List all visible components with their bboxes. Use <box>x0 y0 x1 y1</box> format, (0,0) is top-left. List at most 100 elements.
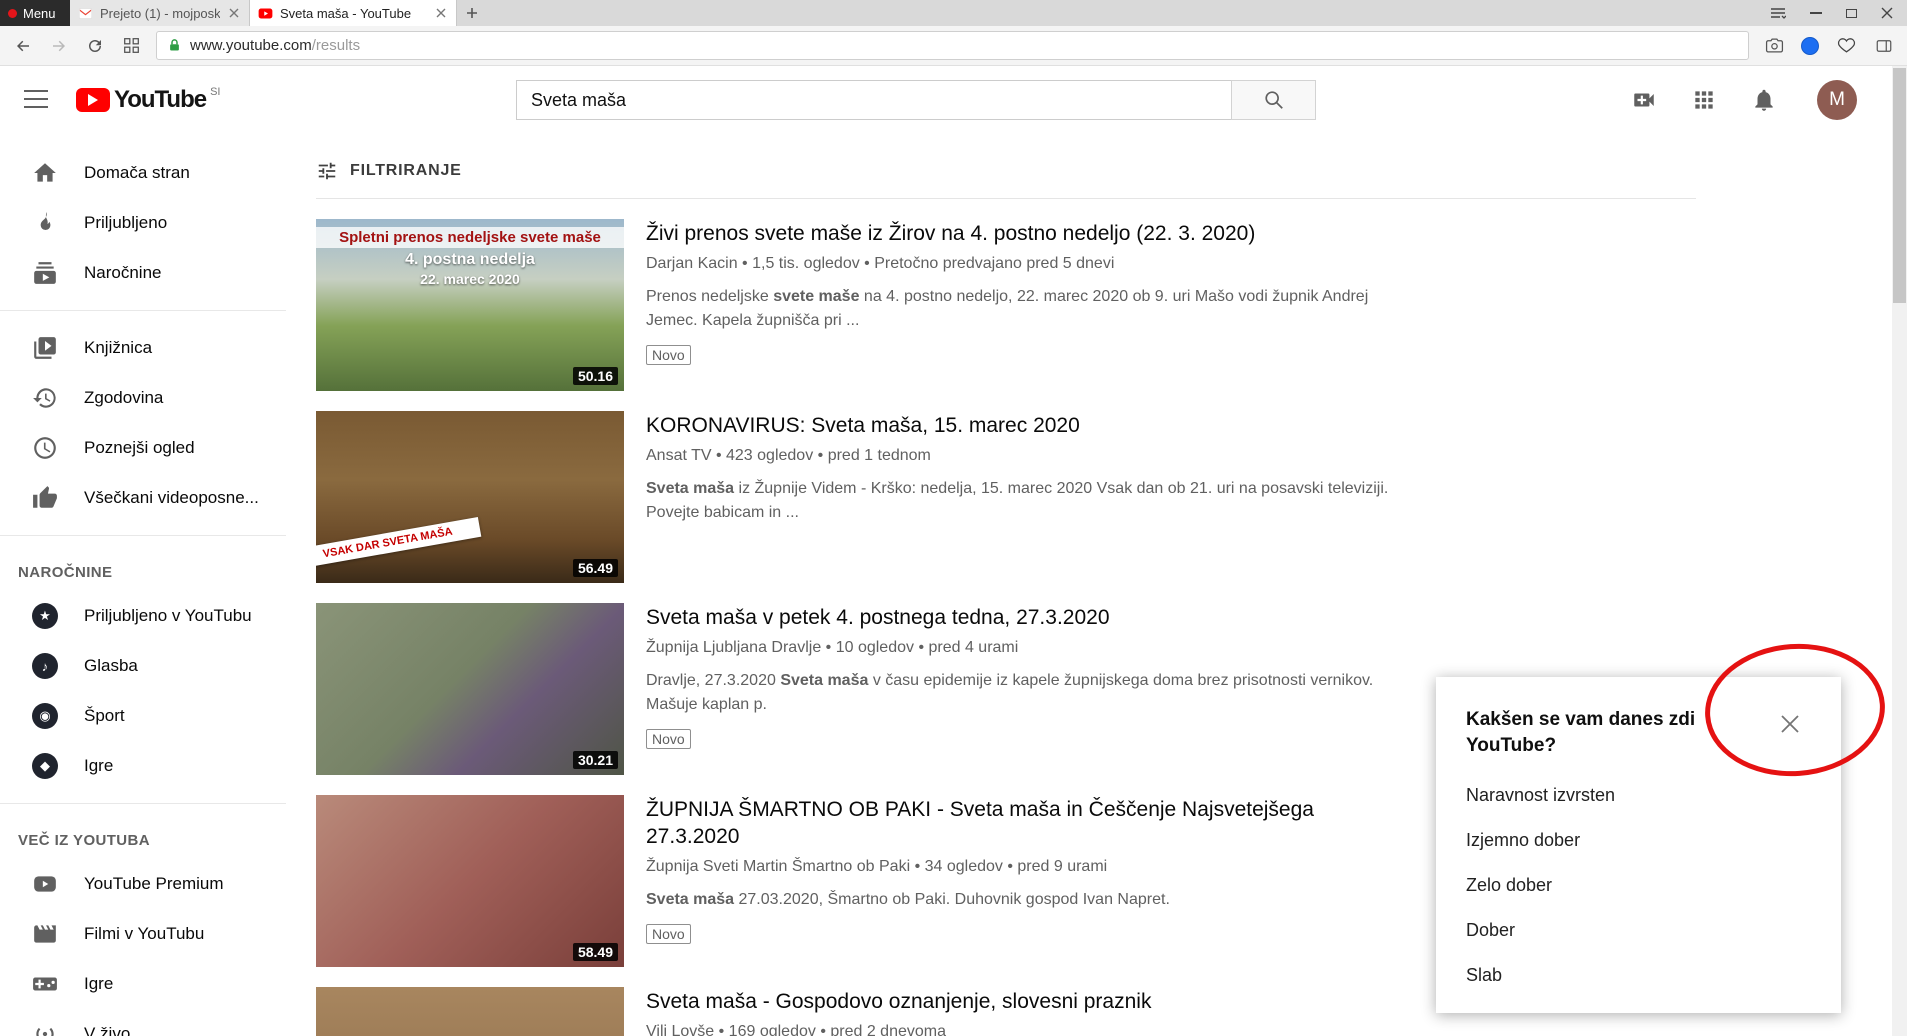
sidebar-divider <box>0 310 286 311</box>
clock-icon <box>32 435 58 461</box>
gmail-icon <box>78 6 93 21</box>
video-meta[interactable]: Ansat TV • 423 ogledov • pred 1 tednom <box>646 447 1406 465</box>
video-thumbnail[interactable]: 58.49 <box>316 795 624 967</box>
survey-question: Kakšen se vam danes zdi YouTube? <box>1466 707 1716 759</box>
sidebar-item-live[interactable]: V živo <box>0 1009 286 1036</box>
video-thumbnail[interactable]: 30.21 <box>316 603 624 775</box>
channel-avatar-icon <box>32 653 58 679</box>
tab-close-icon[interactable] <box>434 6 448 20</box>
url-domain: www.youtube.com <box>190 37 312 54</box>
create-video-icon[interactable] <box>1631 87 1657 113</box>
page-scrollbar[interactable] <box>1892 66 1907 1036</box>
tab-menu-icon[interactable] <box>1770 7 1786 19</box>
notifications-bell-icon[interactable] <box>1751 87 1777 113</box>
video-duration: 50.16 <box>573 367 618 385</box>
sidebar-item-history[interactable]: Zgodovina <box>0 373 286 423</box>
sidebar-channel-glasba[interactable]: Glasba <box>0 641 286 691</box>
video-thumbnail[interactable] <box>316 987 624 1036</box>
guide-hamburger-icon[interactable] <box>24 90 48 108</box>
thumbnail-ribbon-text: VSAK DAR SVETA MAŠA <box>316 517 482 569</box>
sidebar-toggle-icon[interactable] <box>1873 35 1895 57</box>
sidebar-item-gaming[interactable]: Igre <box>0 959 286 1009</box>
survey-option[interactable]: Izjemno dober <box>1466 818 1811 863</box>
video-title[interactable]: Živi prenos svete maše iz Žirov na 4. po… <box>646 220 1326 247</box>
new-badge: Novo <box>646 345 691 365</box>
survey-option[interactable]: Slab <box>1466 953 1811 998</box>
url-path: /results <box>312 37 360 54</box>
youtube-masthead: YouTube SI M <box>0 66 1907 134</box>
video-meta[interactable]: Darjan Kacin • 1,5 tis. ogledov • Pretoč… <box>646 255 1406 273</box>
browser-tab-youtube[interactable]: Sveta maša - YouTube <box>250 0 457 26</box>
youtube-logo[interactable]: YouTube SI <box>76 84 221 116</box>
heart-bookmark-icon[interactable] <box>1835 35 1857 57</box>
window-close-icon[interactable] <box>1881 7 1893 19</box>
apps-grid-icon[interactable] <box>1691 87 1717 113</box>
survey-option[interactable]: Dober <box>1466 908 1811 953</box>
snapshot-camera-icon[interactable] <box>1763 35 1785 57</box>
sidebar-item-liked-videos[interactable]: Všečkani videoposne... <box>0 473 286 523</box>
sidebar-item-home[interactable]: Domača stran <box>0 148 286 198</box>
sidebar-item-library[interactable]: Knjižnica <box>0 323 286 373</box>
filter-bar[interactable]: FILTRIRANJE <box>286 134 1892 182</box>
new-badge: Novo <box>646 729 691 749</box>
new-tab-button[interactable] <box>457 0 487 26</box>
sidebar-item-trending[interactable]: Priljubljeno <box>0 198 286 248</box>
feedback-survey-popup: Kakšen se vam danes zdi YouTube? Naravno… <box>1436 677 1841 1013</box>
video-description: Prenos nedeljske svete maše na 4. postno… <box>646 285 1391 333</box>
sidebar-item-label: Igre <box>84 756 113 776</box>
library-icon <box>32 335 58 361</box>
reload-icon[interactable] <box>84 35 106 57</box>
browser-menu-button[interactable]: Menu <box>0 0 70 26</box>
video-description: Sveta maša iz Župnije Videm - Krško: ned… <box>646 477 1391 525</box>
new-badge: Novo <box>646 924 691 944</box>
sidebar-item-label: Poznejši ogled <box>84 438 195 458</box>
video-meta[interactable]: Župnija Ljubljana Dravlje • 10 ogledov •… <box>646 639 1406 657</box>
browser-tab-gmail[interactable]: Prejeto (1) - mojposkusni.e <box>70 0 250 26</box>
search-input[interactable] <box>516 80 1231 120</box>
live-broadcast-icon <box>32 1021 58 1036</box>
window-minimize-icon[interactable] <box>1810 12 1822 14</box>
sidebar-item-movies[interactable]: Filmi v YouTubu <box>0 909 286 959</box>
scrollbar-thumb[interactable] <box>1893 68 1906 303</box>
tab-close-icon[interactable] <box>227 6 241 20</box>
sidebar-channel-priljubljeno[interactable]: Priljubljeno v YouTubu <box>0 591 286 641</box>
survey-option[interactable]: Zelo dober <box>1466 863 1811 908</box>
forward-icon[interactable] <box>48 35 70 57</box>
sidebar-channel-igre[interactable]: Igre <box>0 741 286 791</box>
video-meta[interactable]: Župnija Sveti Martin Šmartno ob Paki • 3… <box>646 858 1406 876</box>
url-field[interactable]: www.youtube.com/results <box>156 31 1749 60</box>
extension-icon[interactable] <box>1801 37 1819 55</box>
account-avatar[interactable]: M <box>1817 80 1857 120</box>
video-thumbnail[interactable]: VSAK DAR SVETA MAŠA 56.49 <box>316 411 624 583</box>
window-maximize-icon[interactable] <box>1846 9 1857 18</box>
speed-dial-icon[interactable] <box>120 35 142 57</box>
video-result: VSAK DAR SVETA MAŠA 56.49 KORONAVIRUS: S… <box>316 411 1862 583</box>
youtube-play-icon <box>76 88 110 112</box>
video-title[interactable]: KORONAVIRUS: Sveta maša, 15. marec 2020 <box>646 412 1326 439</box>
video-title[interactable]: Sveta maša - Gospodovo oznanjenje, slove… <box>646 988 1326 1015</box>
sidebar-item-premium[interactable]: YouTube Premium <box>0 859 286 909</box>
browser-addressbar: www.youtube.com/results <box>0 26 1907 66</box>
sidebar-item-subscriptions[interactable]: Naročnine <box>0 248 286 298</box>
video-duration: 58.49 <box>573 943 618 961</box>
sidebar-item-label: Priljubljeno v YouTubu <box>84 606 252 626</box>
filter-tune-icon <box>316 160 338 182</box>
sidebar-item-label: Glasba <box>84 656 138 676</box>
video-title[interactable]: Sveta maša v petek 4. postnega tedna, 27… <box>646 604 1326 631</box>
logo-country: SI <box>210 86 220 98</box>
sidebar-item-watch-later[interactable]: Poznejši ogled <box>0 423 286 473</box>
home-icon <box>32 160 58 186</box>
back-icon[interactable] <box>12 35 34 57</box>
gamepad-icon <box>32 971 58 997</box>
sidebar-item-label: Naročnine <box>84 263 162 283</box>
video-thumbnail[interactable]: Spletni prenos nedeljske svete maše 4. p… <box>316 219 624 391</box>
video-meta[interactable]: Vili Lovše • 169 ogledov • pred 2 dnevom… <box>646 1023 1406 1036</box>
video-title[interactable]: ŽUPNIJA ŠMARTNO OB PAKI - Sveta maša in … <box>646 796 1326 850</box>
youtube-icon <box>258 6 273 21</box>
subscriptions-icon <box>32 260 58 286</box>
sidebar-channel-sport[interactable]: Šport <box>0 691 286 741</box>
close-icon[interactable] <box>1777 711 1803 737</box>
survey-option[interactable]: Naravnost izvrsten <box>1466 773 1811 818</box>
search-button[interactable] <box>1231 80 1316 120</box>
sidebar-item-label: Knjižnica <box>84 338 152 358</box>
